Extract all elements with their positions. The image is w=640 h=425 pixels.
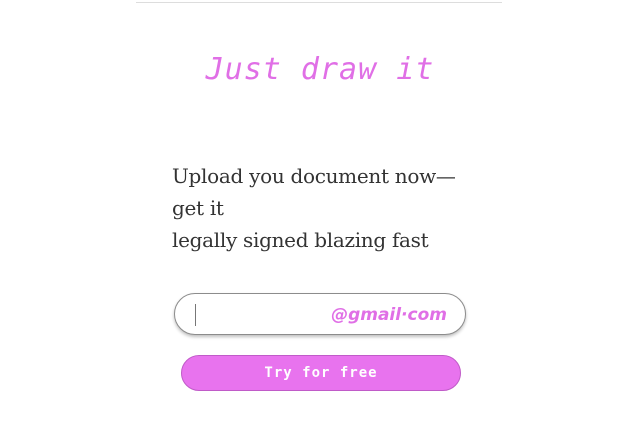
tagline-line-1: Upload you document now—get it: [172, 164, 456, 220]
tagline: Upload you document now—get it legally s…: [172, 160, 482, 256]
try-for-free-button[interactable]: Try for free: [181, 355, 461, 391]
email-field-container[interactable]: @gmail·com: [174, 293, 466, 335]
top-divider: [136, 2, 502, 3]
landing-page: Just draw it Upload you document now—get…: [0, 0, 640, 425]
text-cursor: [195, 304, 196, 326]
email-domain-suffix: @gmail·com: [331, 305, 447, 325]
page-headline: Just draw it: [205, 52, 435, 87]
email-input[interactable]: [195, 303, 345, 327]
tagline-line-2: legally signed blazing fast: [172, 228, 429, 252]
